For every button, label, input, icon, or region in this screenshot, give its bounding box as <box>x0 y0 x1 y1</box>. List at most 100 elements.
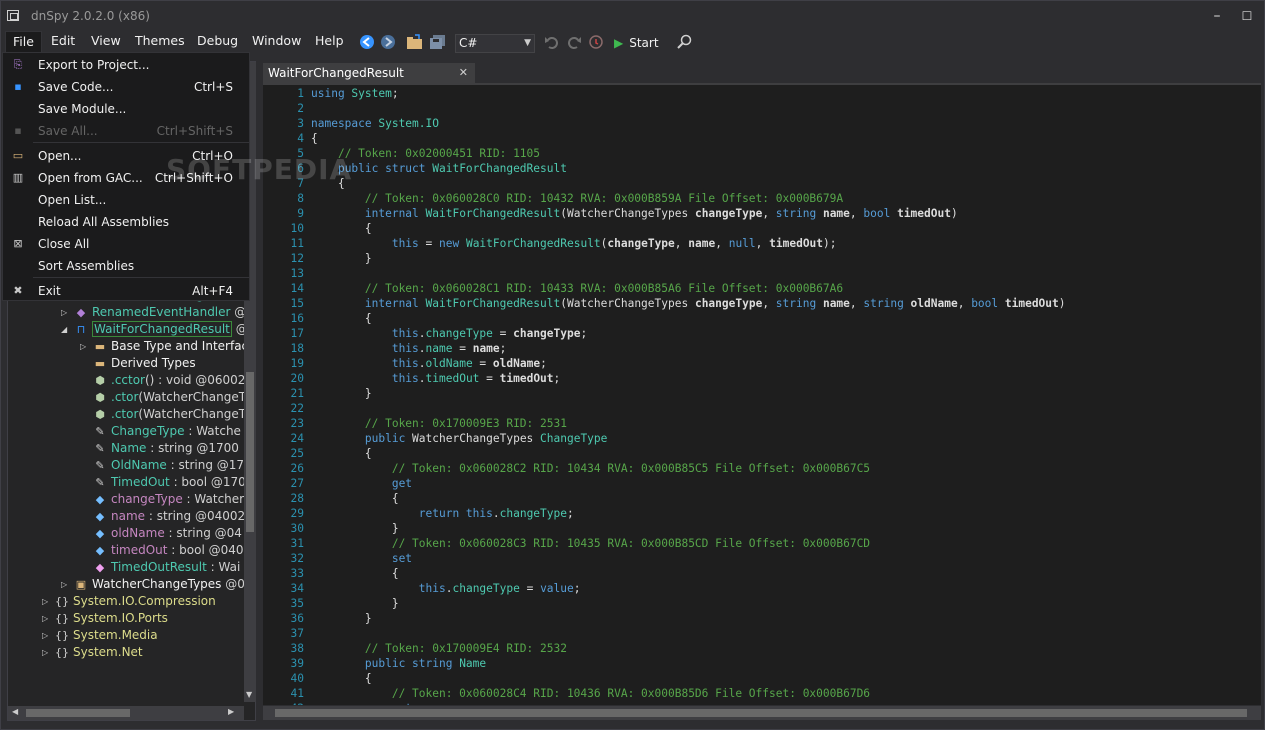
expand-icon[interactable]: ▷ <box>80 338 90 355</box>
tree-node[interactable]: ◆ TimedOutResult : Wai <box>8 559 244 576</box>
code-text: internal WaitForChangedResult(WatcherCha… <box>311 296 1066 311</box>
scrollbar-thumb[interactable] <box>26 709 130 717</box>
code-line: 3 namespace System.IO <box>263 116 1261 131</box>
tree-node[interactable]: ▷{} System.Net <box>8 644 244 661</box>
tree-node[interactable]: ◢ ⊓ WaitForChangedResult @ <box>8 321 244 338</box>
code-line: 5 // Token: 0x02000451 RID: 1105 <box>263 146 1261 161</box>
file-menu-item-close-all[interactable]: ⊠ Close All <box>3 233 249 255</box>
minimize-button[interactable]: – <box>1207 7 1227 25</box>
file-menu-item-save-module[interactable]: Save Module... <box>3 98 249 120</box>
tree-node[interactable]: ▷ ▣ WatcherChangeTypes @0 <box>8 576 244 593</box>
tree-node[interactable]: ◆ changeType : Watcher <box>8 491 244 508</box>
expand-icon[interactable]: ▷ <box>42 610 52 627</box>
save-all-button[interactable] <box>429 34 447 52</box>
tab-waitforchangedresult[interactable]: WaitForChangedResult @02000451 ✕ <box>263 63 475 100</box>
scrollbar-thumb[interactable] <box>275 709 1247 717</box>
tree-node[interactable]: ⬢ .cctor() : void @06002 <box>8 372 244 389</box>
tree-node-name: name <box>111 509 146 523</box>
file-menu-item-exit[interactable]: ✖ Exit Alt+F4 <box>3 280 249 302</box>
nav-forward-button[interactable] <box>379 34 397 52</box>
history-button[interactable] <box>587 34 605 52</box>
scroll-left-icon[interactable]: ◀ <box>12 707 18 716</box>
menu-item-label: Save Code... <box>38 80 114 94</box>
code-text: using System; <box>311 86 399 101</box>
code-line: 33 { <box>263 566 1261 581</box>
menu-help[interactable]: Help <box>308 31 351 53</box>
file-menu-item-open-list[interactable]: Open List... <box>3 189 249 211</box>
code-editor[interactable]: 1 using System; 2 3 namespace System.IO 4{5 /… <box>263 85 1261 705</box>
code-line: 37 <box>263 626 1261 641</box>
expand-icon[interactable]: ▷ <box>61 576 71 593</box>
menu-themes[interactable]: Themes <box>128 31 192 53</box>
menu-view[interactable]: View <box>84 31 128 53</box>
maximize-button[interactable]: ☐ <box>1237 7 1257 25</box>
menu-edit[interactable]: Edit <box>44 31 82 53</box>
menu-window[interactable]: Window <box>245 31 308 53</box>
tree-horizontal-scrollbar[interactable]: ◀ ▶ <box>8 706 244 720</box>
code-line: 30 } <box>263 521 1261 536</box>
expand-icon[interactable]: ▷ <box>42 627 52 644</box>
nav-back-button[interactable] <box>358 34 376 52</box>
tree-node[interactable]: ▷ ◆ RenamedEventHandler @ <box>8 304 244 321</box>
code-token: . <box>418 372 426 385</box>
code-token: name <box>822 207 850 220</box>
tree-node[interactable]: ◆ oldName : string @04 <box>8 525 244 542</box>
tree-node[interactable]: ✎ Name : string @1700 <box>8 440 244 457</box>
file-menu-item-sort-assemblies[interactable]: Sort Assemblies <box>3 255 249 277</box>
tree-node[interactable]: ✎ ChangeType : Watche <box>8 423 244 440</box>
tree-node-detail: : string @1700 <box>146 441 239 455</box>
code-token: , <box>755 237 770 250</box>
file-menu-item-export-to-project[interactable]: ⎘ Export to Project... <box>3 54 249 76</box>
expand-icon[interactable]: ▷ <box>42 593 52 610</box>
editor-horizontal-scrollbar[interactable] <box>263 706 1261 720</box>
file-menu-item-save-all[interactable]: ▪ Save All... Ctrl+Shift+S <box>3 120 249 142</box>
code-text: this.oldName = oldName; <box>311 356 547 371</box>
tree-node[interactable]: ▷{} System.IO.Compression <box>8 593 244 610</box>
code-token: this <box>391 327 419 340</box>
menu-file[interactable]: File <box>5 31 42 53</box>
menu-debug[interactable]: Debug <box>190 31 245 53</box>
code-token: timedOut <box>499 372 554 385</box>
dnspy-window: dnSpy 2.0.2.0 (x86) – ☐ File Edit View Them… <box>0 0 1265 730</box>
tree-node[interactable]: ✎ TimedOut : bool @170 <box>8 474 244 491</box>
code-token: WatcherChangeTypes <box>412 432 541 445</box>
tree-node[interactable]: ✎ OldName : string @17 <box>8 457 244 474</box>
start-debug-button[interactable]: ▶ Start <box>614 34 659 52</box>
line-number: 37 <box>290 627 304 640</box>
tree-node[interactable]: ▷ ▬ Base Type and Interfac <box>8 338 244 355</box>
tree-node-label: ChangeType : Watche <box>111 423 241 440</box>
tree-node[interactable]: ◆ timedOut : bool @040 <box>8 542 244 559</box>
tree-node[interactable]: ▬ Derived Types <box>8 355 244 372</box>
file-menu-item-save-code[interactable]: ▪ Save Code... Ctrl+S <box>3 76 249 98</box>
undo-button[interactable] <box>543 34 561 52</box>
tree-node[interactable]: ⬢ .ctor(WatcherChangeT <box>8 406 244 423</box>
expand-icon[interactable]: ▷ <box>42 644 52 661</box>
close-icon[interactable]: ✕ <box>459 63 468 83</box>
tree-node-label: name : string @04002 <box>111 508 244 525</box>
forward-arrow-icon <box>381 35 395 49</box>
undo-icon <box>545 37 558 49</box>
tree-node-label: System.Net <box>73 644 143 661</box>
tree-node[interactable]: ◆ name : string @04002 <box>8 508 244 525</box>
tree-node[interactable]: ▷{} System.Media <box>8 627 244 644</box>
code-token: name <box>688 237 716 250</box>
save-icon: ▪ <box>14 80 22 93</box>
code-line: 13 <box>263 266 1261 281</box>
redo-button[interactable] <box>565 34 583 52</box>
scroll-down-icon[interactable]: ▼ <box>246 690 252 699</box>
tree-node[interactable]: ⬢ .ctor(WatcherChangeT <box>8 389 244 406</box>
search-button[interactable] <box>676 34 694 52</box>
chevron-down-icon: ▼ <box>524 38 531 48</box>
tree-node[interactable]: ▷{} System.IO.Ports <box>8 610 244 627</box>
file-menu-item-reload-all-assemblies[interactable]: Reload All Assemblies <box>3 211 249 233</box>
expand-icon[interactable]: ▷ <box>61 304 71 321</box>
open-button[interactable] <box>406 34 424 52</box>
language-select[interactable]: C# ▼ <box>455 34 535 53</box>
scrollbar-thumb[interactable] <box>246 372 254 532</box>
scroll-right-icon[interactable]: ▶ <box>228 707 234 716</box>
collapse-icon[interactable]: ◢ <box>61 321 71 338</box>
code-token: { <box>311 672 372 685</box>
